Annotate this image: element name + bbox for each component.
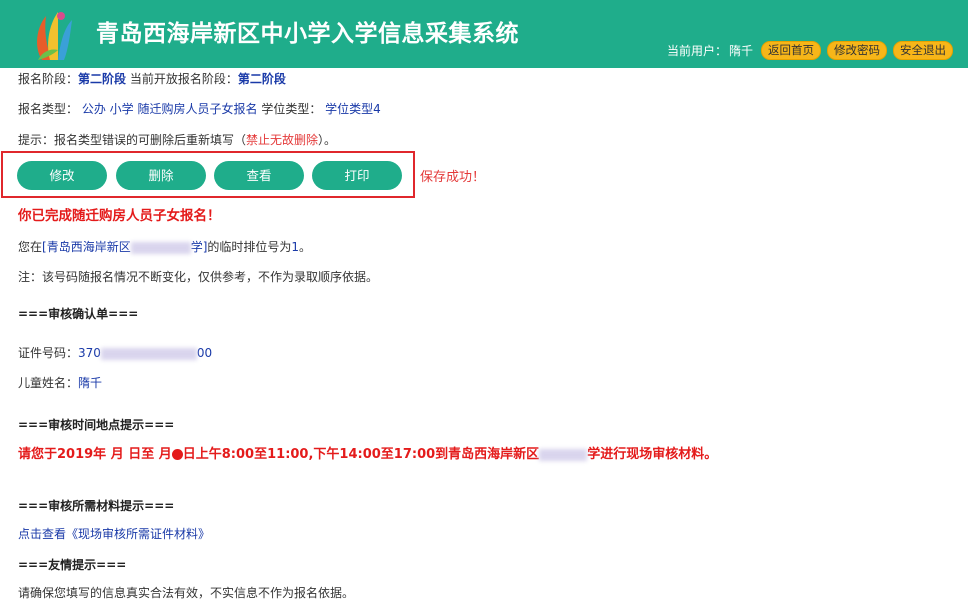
queue-row: 您在[青岛西海岸新区 学]的临时排位号为1。 — [18, 239, 311, 255]
queue-mid: 的临时排位号为 — [207, 240, 292, 254]
name-row: 儿童姓名：隋千 — [18, 375, 102, 391]
stage-label: 报名阶段： — [18, 72, 79, 86]
header-bar: 青岛西海岸新区中小学入学信息采集系统 当前用户： 隋千 返回首页 修改密码 安全… — [0, 0, 968, 68]
child-name-label: 儿童姓名： — [18, 376, 79, 390]
id-prefix: 370 — [78, 346, 101, 360]
current-user-name: 隋千 — [729, 43, 754, 58]
stage-row: 报名阶段：第二阶段 当前开放报名阶段：第二阶段 — [18, 71, 286, 87]
open-stage-label: 当前开放报名阶段： — [129, 72, 238, 86]
degree-value: 学位类型4 — [325, 102, 381, 116]
notice-part-a: 请您于2019年 月 日至 月 — [18, 447, 172, 462]
confirm-title: ===审核确认单=== — [18, 307, 139, 321]
child-name-value: 隋千 — [78, 376, 103, 390]
notice-part-b: 日上午8:00至11:00,下午14:00至17:00到青岛西海岸新区 — [182, 447, 540, 462]
queue-school-a: [青岛西海岸新区 — [42, 240, 131, 254]
redacted-school-name-2 — [539, 448, 588, 461]
queue-school-b: 学] — [190, 240, 208, 254]
friendly-text: 请确保您填写的信息真实合法有效，不实信息不作为报名依据。 — [18, 586, 355, 600]
registration-done-message: 你已完成随迁购房人员子女报名！ — [18, 208, 221, 224]
type-value: 公办 小学 随迁购房人员子女报名 — [81, 102, 258, 116]
materials-link[interactable]: 点击查看《现场审核所需证件材料》 — [18, 527, 210, 541]
save-success-message: 保存成功！ — [420, 170, 486, 185]
queue-end: 。 — [299, 240, 312, 254]
notice-part-c: 学进行现场审核材料。 — [587, 447, 718, 462]
tip-row: 提示：报名类型错误的可删除后重新填写（禁止无故删除）。 — [18, 132, 336, 148]
stage-value: 第二阶段 — [78, 72, 127, 86]
materials-title: ===审核所需材料提示=== — [18, 499, 175, 513]
id-label: 证件号码： — [18, 346, 79, 360]
time-place-title: ===审核时间地点提示=== — [18, 418, 175, 432]
queue-note: 注：该号码随报名情况不断变化，仅供参考，不作为录取顺序依据。 — [18, 270, 379, 284]
red-dot-icon — [171, 449, 183, 460]
queue-prefix: 您在 — [18, 240, 43, 254]
degree-label: 学位类型： — [261, 102, 322, 116]
materials-row: 点击查看《现场审核所需证件材料》 — [18, 526, 210, 542]
queue-number: 1 — [291, 240, 300, 254]
logo-icon — [37, 12, 72, 60]
delete-button[interactable]: 删除 — [116, 161, 206, 190]
system-title: 青岛西海岸新区中小学入学信息采集系统 — [96, 21, 519, 47]
logout-button[interactable]: 安全退出 — [893, 40, 954, 60]
home-button[interactable]: 返回首页 — [761, 40, 822, 60]
friendly-title: ===友情提示=== — [18, 558, 127, 572]
type-row: 报名类型： 公办 小学 随迁购房人员子女报名 学位类型： 学位类型4 — [18, 101, 381, 117]
tip-prefix: 提示：报名类型错误的可删除后重新填写（ — [18, 133, 247, 147]
tip-red: 禁止无故删除 — [246, 133, 319, 147]
edit-button[interactable]: 修改 — [17, 161, 107, 190]
id-suffix: 00 — [196, 346, 213, 360]
type-label: 报名类型： — [18, 102, 79, 116]
redacted-school-name — [130, 241, 191, 254]
print-button[interactable]: 打印 — [312, 161, 402, 190]
view-button[interactable]: 查看 — [214, 161, 304, 190]
change-password-button[interactable]: 修改密码 — [827, 40, 888, 60]
current-user-label: 当前用户： — [667, 43, 728, 58]
open-stage-value: 第二阶段 — [237, 72, 286, 86]
user-bar: 当前用户： 隋千 返回首页 修改密码 安全退出 — [667, 40, 959, 60]
tip-suffix: ）。 — [318, 133, 337, 147]
id-row: 证件号码：370 00 — [18, 345, 212, 361]
redacted-id-number — [100, 347, 197, 360]
review-time-place-notice: 请您于2019年 月 日至 月日上午8:00至11:00,下午14:00至17:… — [18, 443, 717, 462]
